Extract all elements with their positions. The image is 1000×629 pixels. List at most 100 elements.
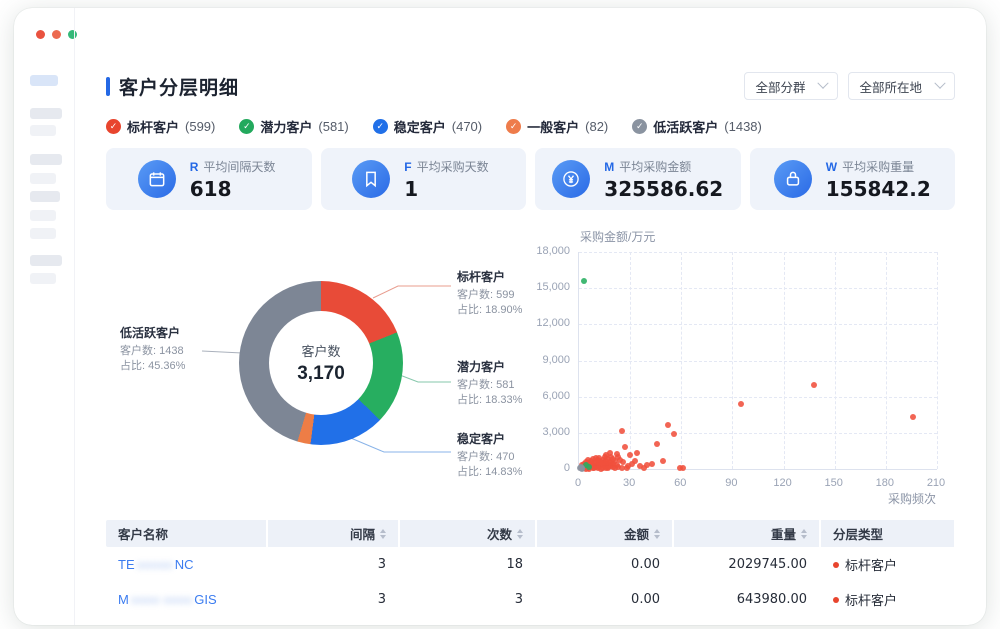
table-column-header: 分层类型 [821,520,954,547]
sidebar-skeleton-item [30,75,58,86]
segment-filter-dropdown[interactable]: 全部分群 [744,72,838,100]
scatter-point [603,465,609,471]
x-tick-label: 60 [660,477,700,489]
donut-label-lowactive: 低活跃客户客户数: 1438占比: 45.36% [120,324,230,374]
scatter-point [811,382,817,388]
scatter-point [581,278,587,284]
sidebar-skeleton-item [30,125,56,136]
y-tick-label: 9,000 [512,354,570,366]
table-column-header[interactable]: 重量 [674,520,819,547]
x-tick-label: 0 [558,477,598,489]
scatter-point [619,428,625,434]
x-tick-label: 180 [865,477,905,489]
x-tick-label: 90 [711,477,751,489]
redacted-text: ooooo [137,557,173,572]
cell-times: 18 [400,557,535,572]
segment-dot-icon [833,597,839,603]
legend-item[interactable]: ✓ 稳定客户 (470) [373,117,482,136]
sidebar-skeleton-item [30,255,62,266]
y-tick-label: 18,000 [512,245,570,257]
y-tick-label: 12,000 [512,317,570,329]
sidebar-skeleton-item [30,154,62,165]
table-column-header[interactable]: 金额 [537,520,672,547]
table-row: Moooo ooooGIS 3 3 0.00 643980.00 标杆客户 [106,582,955,617]
weight-bag-icon [774,160,812,198]
check-circle-icon: ✓ [506,119,521,134]
cell-weight: 2029745.00 [674,557,819,572]
segment-badge: 标杆客户 [833,590,942,609]
sort-icon [380,529,386,539]
page-title: 客户分层明细 [119,73,239,100]
scatter-point [671,431,677,437]
check-circle-icon: ✓ [106,119,121,134]
segment-badge: 标杆客户 [833,555,942,574]
table-row: TEoooooNC 3 18 0.00 2029745.00 标杆客户 [106,547,955,582]
table-column-header[interactable]: 次数 [400,520,535,547]
bookmark-icon [352,160,390,198]
kpi-value: 618 [190,177,280,201]
check-circle-icon: ✓ [632,119,647,134]
app-window: 客户分层明细 全部分群 全部所在地 ✓ 标杆客户 (599) ✓ 潜力客户 (5… [14,8,986,625]
table-body: TEoooooNC 3 18 0.00 2029745.00 标杆客户 Mooo… [106,547,955,617]
charts-row: 客户数 3,170 标杆客户客户数: 599占比: 18.90% 潜力客户客户数… [106,220,955,512]
scatter-point [595,465,601,471]
scatter-point [649,461,655,467]
sort-icon [801,529,807,539]
kpi-value: 155842.2 [826,177,931,201]
sort-icon [654,529,660,539]
legend-item[interactable]: ✓ 潜力客户 (581) [239,117,348,136]
table-column-header: 客户名称 [106,520,266,547]
cell-interval: 3 [268,592,398,607]
kpi-value: 1 [404,177,494,201]
customer-link[interactable]: Moooo ooooGIS [118,592,217,607]
page-header: 客户分层明细 全部分群 全部所在地 [106,72,955,100]
kpi-card-weight: W 平均采购重量 155842.2 [750,148,956,210]
scatter-point [624,465,630,471]
main-panel: 客户分层明细 全部分群 全部所在地 ✓ 标杆客户 (599) ✓ 潜力客户 (5… [74,8,986,625]
scatter-y-axis-title: 采购金额/万元 [580,228,655,245]
x-tick-label: 210 [916,477,956,489]
scatter-point [910,414,916,420]
customer-total: 3,170 [297,363,345,385]
legend-item[interactable]: ✓ 标杆客户 (599) [106,117,215,136]
y-tick-label: 6,000 [512,390,570,402]
sort-icon [517,529,523,539]
cell-weight: 643980.00 [674,592,819,607]
scatter-point [738,401,744,407]
scatter-plot[interactable] [578,252,937,470]
kpi-card-monetary: M 平均采购金额 325586.62 [535,148,741,210]
scatter-point [622,444,628,450]
scatter-point [660,458,666,464]
x-tick-label: 150 [814,477,854,489]
scatter-x-axis-title: 采购频次 [836,490,936,507]
donut-center: 客户数 3,170 [269,311,373,415]
x-tick-label: 120 [763,477,803,489]
chevron-down-icon [934,78,945,89]
sidebar-skeleton-item [30,210,56,221]
legend-item[interactable]: ✓ 低活跃客户 (1438) [632,117,762,136]
table-column-header[interactable]: 间隔 [268,520,398,547]
scatter-point [586,464,592,470]
y-tick-label: 3,000 [512,426,570,438]
check-circle-icon: ✓ [239,119,254,134]
calendar-icon [138,160,176,198]
title-accent-bar [106,77,110,96]
cell-amount: 0.00 [537,592,672,607]
location-filter-dropdown[interactable]: 全部所在地 [848,72,955,100]
kpi-card-frequency: F 平均采购天数 1 [321,148,527,210]
donut-chart[interactable]: 客户数 3,170 [239,281,403,445]
cell-amount: 0.00 [537,557,672,572]
chevron-down-icon [818,78,829,89]
sidebar-skeleton-item [30,228,56,239]
customer-link[interactable]: TEoooooNC [118,557,194,572]
sidebar-skeleton-item [30,173,56,184]
customer-table: 客户名称 间隔 次数 金额 重量 分层类型 TEoooooNC 3 18 0.0… [106,520,955,617]
legend-item[interactable]: ✓ 一般客户 (82) [506,117,608,136]
scatter-point [634,450,640,456]
sidebar-skeleton-item [30,273,56,284]
kpi-card-recency: R 平均间隔天数 618 [106,148,312,210]
yuan-coin-icon [552,160,590,198]
segment-dot-icon [833,562,839,568]
table-header: 客户名称 间隔 次数 金额 重量 分层类型 [106,520,955,547]
y-tick-label: 0 [512,462,570,474]
